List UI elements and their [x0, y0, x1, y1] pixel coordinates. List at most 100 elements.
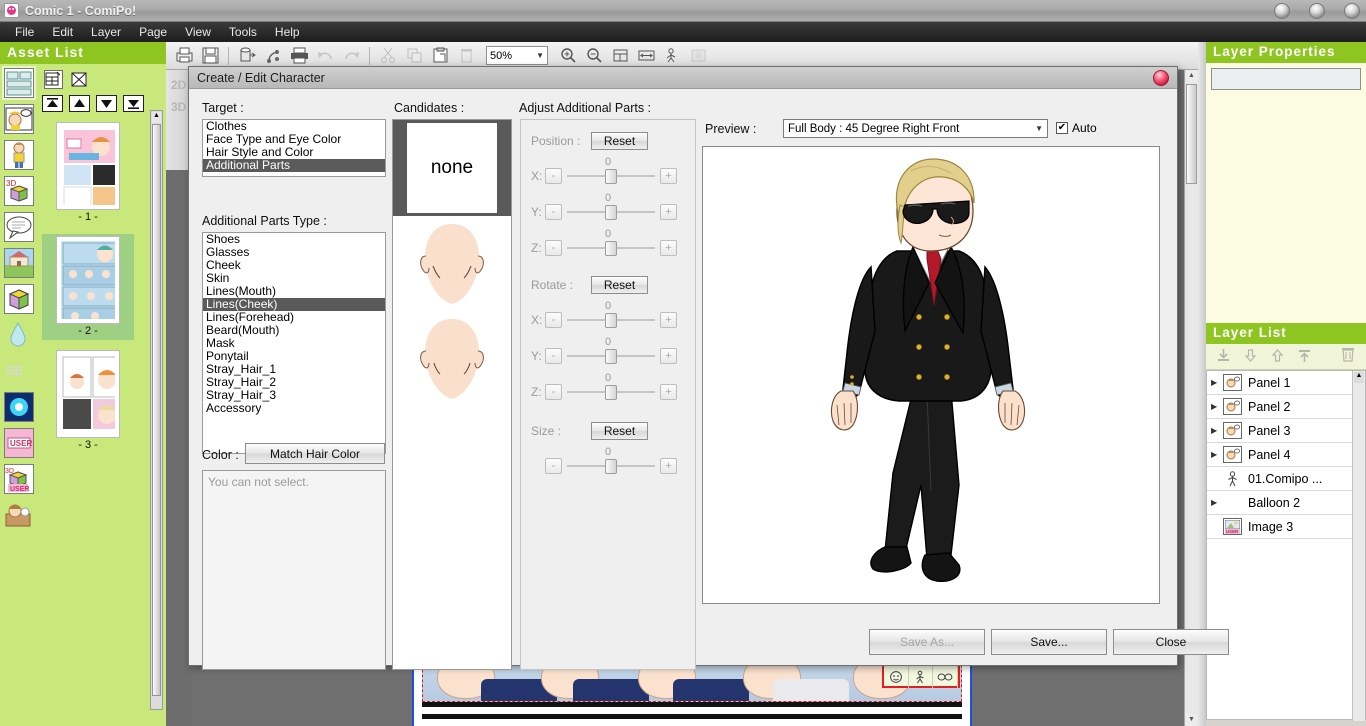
- layer-properties-field[interactable]: [1211, 68, 1361, 90]
- paste-button[interactable]: [428, 45, 452, 67]
- size-minus-button[interactable]: -: [545, 458, 562, 474]
- delete-layer-button[interactable]: [1340, 346, 1356, 367]
- item-cube-icon[interactable]: [4, 284, 34, 314]
- save-as-button[interactable]: Save As...: [869, 629, 985, 655]
- size-reset-button[interactable]: Reset: [591, 422, 648, 440]
- maximize-button[interactable]: [1309, 3, 1325, 19]
- save-button[interactable]: Save...: [991, 629, 1107, 655]
- publish-button[interactable]: [261, 45, 285, 67]
- size-plus-button[interactable]: +: [660, 458, 677, 474]
- layer-row-panel-3[interactable]: ▶ Panel 3: [1207, 419, 1365, 443]
- dialog-close-icon[interactable]: [1153, 70, 1169, 86]
- candidate-cheek-lines-2[interactable]: [393, 311, 511, 406]
- background-icon[interactable]: [4, 248, 34, 278]
- preview-view-combo[interactable]: Full Body : 45 Degree Right Front ▼: [783, 119, 1048, 138]
- position-z-slider[interactable]: [567, 240, 655, 256]
- sound-effect-icon[interactable]: SE: [4, 356, 34, 386]
- pose-settings-button[interactable]: [909, 665, 934, 688]
- auto-checkbox[interactable]: ✔: [1056, 122, 1068, 134]
- candidate-none[interactable]: none: [393, 120, 511, 216]
- previous-page-button[interactable]: [69, 95, 90, 112]
- candidates-listbox[interactable]: none: [392, 119, 512, 670]
- rotate-x-minus-button[interactable]: -: [545, 312, 562, 328]
- move-up-button[interactable]: [1270, 348, 1285, 366]
- layer-row-character[interactable]: 01.Comipo ...: [1207, 467, 1365, 491]
- rotate-y-minus-button[interactable]: -: [545, 348, 562, 364]
- position-y-plus-button[interactable]: +: [660, 204, 677, 220]
- auto-checkbox-group[interactable]: ✔ Auto: [1056, 121, 1097, 135]
- user-3d-icon[interactable]: 3DUSER: [4, 464, 34, 494]
- layer-scroll-up-arrow[interactable]: ▲: [1354, 372, 1364, 383]
- speech-balloon-icon[interactable]: [4, 212, 34, 242]
- delete-page-button[interactable]: [70, 70, 89, 89]
- rotate-z-minus-button[interactable]: -: [545, 384, 562, 400]
- layer-row-balloon[interactable]: ▶ Balloon 2: [1207, 491, 1365, 515]
- move-down-button[interactable]: [1243, 348, 1258, 366]
- menu-tools[interactable]: Tools: [220, 23, 266, 41]
- close-button[interactable]: Close: [1113, 629, 1229, 655]
- target-listbox[interactable]: Clothes Face Type and Eye Color Hair Sty…: [202, 119, 386, 177]
- expand-arrow-icon[interactable]: ▶: [1211, 498, 1223, 507]
- cut-button[interactable]: [376, 45, 400, 67]
- comic-frame-icon[interactable]: [4, 104, 34, 134]
- asset-scroll-up-arrow[interactable]: ▲: [152, 112, 161, 123]
- rotate-y-plus-button[interactable]: +: [660, 348, 677, 364]
- menu-page[interactable]: Page: [130, 23, 176, 41]
- last-page-button[interactable]: [123, 95, 144, 112]
- position-y-minus-button[interactable]: -: [545, 204, 562, 220]
- character-preview-area[interactable]: [702, 146, 1160, 604]
- redo-button[interactable]: [339, 45, 363, 67]
- character-icon[interactable]: [4, 140, 34, 170]
- asset-scroll-thumb[interactable]: [152, 124, 161, 696]
- canvas-scroll-down-arrow[interactable]: ▼: [1186, 714, 1197, 726]
- candidate-cheek-lines-1[interactable]: [393, 216, 511, 311]
- page-thumb-2[interactable]: - 2 -: [42, 234, 134, 340]
- layer-row-panel-1[interactable]: ▶ Panel 1: [1207, 371, 1365, 395]
- print-button[interactable]: [287, 45, 311, 67]
- fit-page-button[interactable]: [608, 45, 632, 67]
- add-page-button[interactable]: [44, 70, 63, 89]
- parts-item-cheek[interactable]: Cheek: [203, 259, 385, 272]
- page-thumb-3[interactable]: - 3 -: [42, 348, 134, 454]
- canvas-scroll-up-arrow[interactable]: ▲: [1186, 70, 1197, 82]
- dock-splitter[interactable]: [1198, 42, 1206, 726]
- layer-row-image[interactable]: USER Image 3: [1207, 515, 1365, 539]
- menu-help[interactable]: Help: [266, 23, 309, 41]
- position-z-plus-button[interactable]: +: [660, 240, 677, 256]
- expand-arrow-icon[interactable]: ▶: [1211, 426, 1223, 435]
- position-x-plus-button[interactable]: +: [660, 168, 677, 184]
- rotate-reset-button[interactable]: Reset: [591, 276, 648, 294]
- save-button[interactable]: [198, 45, 222, 67]
- expand-arrow-icon[interactable]: ▶: [1211, 378, 1223, 387]
- flash-effect-icon[interactable]: [4, 392, 34, 422]
- position-y-slider[interactable]: [567, 204, 655, 220]
- position-reset-button[interactable]: Reset: [591, 132, 648, 150]
- rotate-y-slider[interactable]: [567, 348, 655, 364]
- position-z-minus-button[interactable]: -: [545, 240, 562, 256]
- eye-settings-button[interactable]: [933, 665, 958, 688]
- expand-arrow-icon[interactable]: ▶: [1211, 402, 1223, 411]
- 3d-item-icon[interactable]: 3D: [4, 176, 34, 206]
- rotate-z-plus-button[interactable]: +: [660, 384, 677, 400]
- layer-row-panel-4[interactable]: ▶ Panel 4: [1207, 443, 1365, 467]
- panel-layout-icon[interactable]: [4, 68, 34, 98]
- zoom-in-button[interactable]: [556, 45, 580, 67]
- copy-button[interactable]: [402, 45, 426, 67]
- page-thumb-1[interactable]: - 1 -: [42, 120, 134, 226]
- bring-to-front-button[interactable]: [1297, 348, 1312, 366]
- canvas-scroll-thumb[interactable]: [1186, 84, 1197, 184]
- layer-row-panel-2[interactable]: ▶ Panel 2: [1207, 395, 1365, 419]
- next-page-button[interactable]: [96, 95, 117, 112]
- undo-button[interactable]: [313, 45, 337, 67]
- delete-button[interactable]: [454, 45, 478, 67]
- minimize-button[interactable]: [1274, 3, 1290, 19]
- first-page-button[interactable]: [42, 95, 63, 112]
- menu-edit[interactable]: Edit: [43, 23, 82, 41]
- canvas-vertical-scrollbar[interactable]: ▲ ▼: [1184, 70, 1198, 726]
- layer-list-scrollbar[interactable]: ▲: [1352, 371, 1365, 721]
- expand-arrow-icon[interactable]: ▶: [1211, 450, 1223, 459]
- rotate-x-slider[interactable]: [567, 312, 655, 328]
- preview-button[interactable]: [686, 45, 710, 67]
- zoom-out-button[interactable]: [582, 45, 606, 67]
- rotate-z-slider[interactable]: [567, 384, 655, 400]
